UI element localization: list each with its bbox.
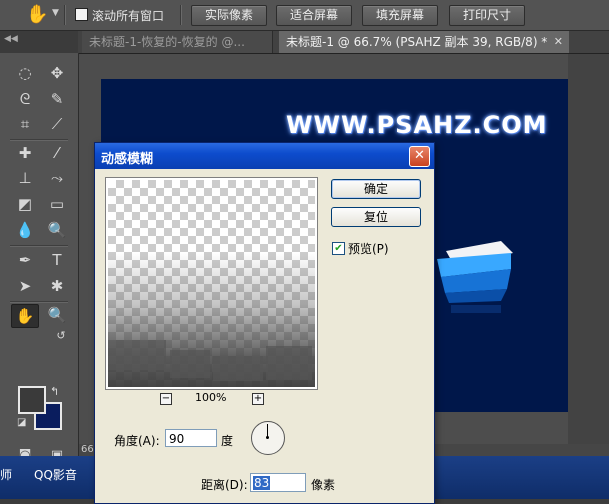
panel-dock-area <box>568 54 609 444</box>
default-colors-icon[interactable]: ◪ <box>17 417 26 428</box>
blur-streak <box>213 356 263 381</box>
divider <box>10 245 68 247</box>
tab-label: 未标题-1-恢复的-恢复的 @... <box>89 35 245 49</box>
distance-value: 83 <box>253 476 271 490</box>
scroll-all-windows-label: 滚动所有窗口 <box>92 9 165 23</box>
taskbar-item-qq-player[interactable]: QQ影音 <box>34 466 77 483</box>
zoom-tool-icon[interactable]: 🔍 <box>44 304 70 326</box>
brush-tool-icon[interactable]: ⁄ <box>44 142 70 164</box>
ok-button[interactable]: 确定 <box>331 179 421 199</box>
collapse-panel-icon[interactable]: ◀◀ <box>4 34 18 44</box>
history-brush-tool-icon[interactable]: ⤳ <box>44 167 70 189</box>
taskbar-item[interactable]: 师 <box>0 466 12 483</box>
actual-pixels-button[interactable]: 实际像素 <box>191 5 267 26</box>
swap-colors-icon[interactable]: ↰ <box>50 385 59 398</box>
blur-streak <box>108 340 166 370</box>
eraser-tool-icon[interactable]: ◩ <box>12 193 38 215</box>
preview-zoom-value: 100% <box>195 391 227 404</box>
filter-preview[interactable] <box>105 177 318 390</box>
dodge-tool-icon[interactable]: 🔍 <box>44 219 70 241</box>
angle-hub <box>266 436 269 439</box>
tool-preset-dropdown-icon[interactable]: ▼ <box>52 8 59 18</box>
distance-label: 距离(D): <box>201 478 248 492</box>
hand-tool-icon[interactable]: ✋ <box>11 304 39 328</box>
tab-recovered-document[interactable]: 未标题-1-恢复的-恢复的 @... <box>82 31 273 53</box>
motion-blur-dialog: 动感模糊 ✕ − 100% + 确定 复位 ✔ 预览(P) 角度(A): 90 … <box>94 142 435 504</box>
watermark-text: WWW.PSAHZ.COM <box>286 111 548 139</box>
dialog-titlebar[interactable]: 动感模糊 ✕ <box>95 143 434 169</box>
close-button[interactable]: ✕ <box>409 146 430 167</box>
divider <box>64 5 66 25</box>
divider <box>10 301 68 303</box>
divider <box>180 5 182 25</box>
reset-button[interactable]: 复位 <box>331 207 421 227</box>
path-selection-tool-icon[interactable]: ➤ <box>12 275 38 297</box>
hand-tool-icon[interactable]: ✋ <box>26 4 48 26</box>
preview-image[interactable] <box>108 180 315 387</box>
distance-input[interactable]: 83 <box>250 473 306 492</box>
blue-3d-shape <box>437 241 513 313</box>
gradient-tool-icon[interactable]: ▭ <box>44 193 70 215</box>
type-tool-icon[interactable]: T <box>44 249 70 271</box>
healing-brush-tool-icon[interactable]: ✚ <box>12 142 38 164</box>
zoom-level-status[interactable]: 66 <box>81 444 94 455</box>
lasso-tool-icon[interactable]: ᘓ <box>12 88 38 110</box>
divider <box>10 139 68 141</box>
angle-unit: 度 <box>221 434 234 448</box>
dialog-title: 动感模糊 <box>101 152 154 167</box>
move-tool-icon[interactable]: ✥ <box>44 62 70 84</box>
foreground-color-swatch[interactable] <box>18 386 46 414</box>
print-size-button[interactable]: 打印尺寸 <box>449 5 525 26</box>
rotate-view-icon[interactable]: ↺ <box>48 325 74 347</box>
marquee-tool-icon[interactable]: ◌ <box>12 62 38 84</box>
tab-active-document[interactable]: 未标题-1 @ 66.7% (PSAHZ 副本 39, RGB/8) * ✕ <box>279 31 569 53</box>
pen-tool-icon[interactable]: ✒ <box>12 249 38 271</box>
blur-tool-icon[interactable]: 💧 <box>12 219 38 241</box>
quick-selection-tool-icon[interactable]: ✎ <box>44 88 70 110</box>
zoom-out-button[interactable]: − <box>160 393 172 405</box>
scroll-all-windows-checkbox[interactable] <box>75 8 88 21</box>
preview-checkbox-label: 预览(P) <box>348 242 389 256</box>
angle-label: 角度(A): <box>114 434 160 448</box>
crop-tool-icon[interactable]: ⌗ <box>12 113 38 135</box>
eyedropper-tool-icon[interactable]: ⟋ <box>44 113 70 135</box>
angle-input[interactable]: 90 <box>165 429 217 447</box>
tools-panel: ◌ ✥ ᘓ ✎ ⌗ ⟋ ✚ ⁄ ⊥ ⤳ ◩ ▭ 💧 🔍 ✒ T ➤ ✱ ✋ 🔍 … <box>0 53 79 499</box>
blur-streak <box>266 346 312 380</box>
blur-streak <box>170 350 210 378</box>
angle-dial[interactable] <box>251 421 285 455</box>
distance-unit: 像素 <box>311 478 336 492</box>
clone-stamp-tool-icon[interactable]: ⊥ <box>12 167 38 189</box>
fit-screen-button[interactable]: 适合屏幕 <box>276 5 352 26</box>
close-tab-icon[interactable]: ✕ <box>554 31 563 53</box>
tab-label: 未标题-1 @ 66.7% (PSAHZ 副本 39, RGB/8) * <box>286 35 548 49</box>
fill-screen-button[interactable]: 填充屏幕 <box>362 5 438 26</box>
preview-checkbox[interactable]: ✔ <box>332 242 345 255</box>
custom-shape-tool-icon[interactable]: ✱ <box>44 275 70 297</box>
zoom-in-button[interactable]: + <box>252 393 264 405</box>
options-bar: ✋ ▼ 滚动所有窗口 实际像素 适合屏幕 填充屏幕 打印尺寸 <box>0 0 609 31</box>
